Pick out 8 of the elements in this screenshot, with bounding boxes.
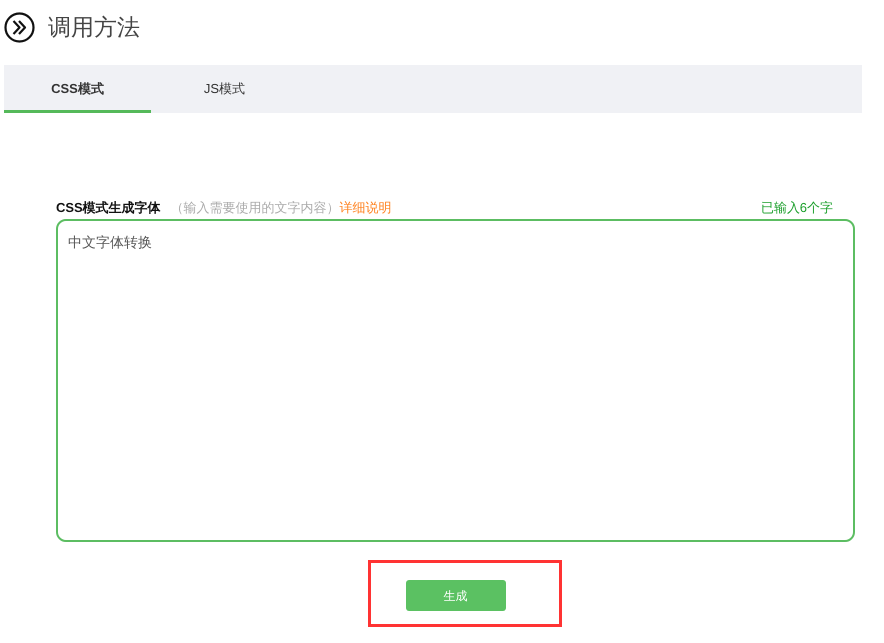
text-input-area[interactable]: 中文字体转换 xyxy=(56,219,855,542)
field-label: CSS模式生成字体 xyxy=(56,199,161,218)
hint-text: （输入需要使用的文字内容） xyxy=(170,199,340,218)
double-chevron-circle-icon xyxy=(4,12,35,42)
character-count: 已输入6个字 xyxy=(760,199,833,218)
section-title: 调用方法 xyxy=(48,16,140,38)
tab[interactable]: JS模式 xyxy=(151,65,298,113)
tab[interactable]: CSS模式 xyxy=(4,65,151,113)
